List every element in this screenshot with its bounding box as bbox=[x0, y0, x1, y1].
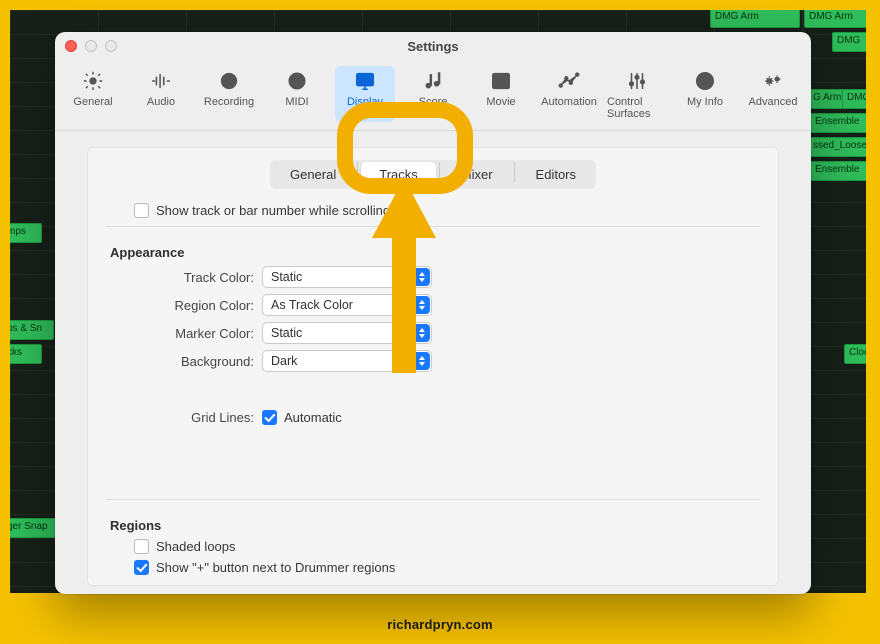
marker-color-label: Marker Color: bbox=[106, 326, 262, 341]
regions-heading: Regions bbox=[110, 518, 760, 533]
shaded-loops-label: Shaded loops bbox=[156, 539, 236, 554]
subtab-tracks[interactable]: Tracks bbox=[361, 162, 436, 187]
display-icon bbox=[352, 70, 378, 92]
shaded-loops-checkbox[interactable] bbox=[134, 539, 149, 554]
track-color-select[interactable]: Static bbox=[262, 266, 432, 288]
toolbar-advanced[interactable]: Advanced bbox=[743, 66, 803, 122]
daw-clip: DMG bbox=[842, 89, 866, 109]
settings-window: Settings General Audio Recording MIDI Displa… bbox=[55, 32, 811, 594]
toolbar-my-info[interactable]: My Info bbox=[675, 66, 735, 122]
toolbar-label: Movie bbox=[486, 96, 515, 108]
window-title: Settings bbox=[55, 39, 811, 54]
daw-clip: DMG bbox=[832, 32, 866, 52]
toolbar-score[interactable]: Score bbox=[403, 66, 463, 122]
settings-content: General Tracks Mixer Editors Show track or … bbox=[55, 131, 811, 594]
appearance-heading: Appearance bbox=[110, 245, 760, 260]
daw-clip: mps bbox=[10, 223, 42, 243]
gridlines-automatic-checkbox[interactable] bbox=[262, 410, 277, 425]
toolbar-label: Score bbox=[419, 96, 448, 108]
toolbar-midi[interactable]: MIDI bbox=[267, 66, 327, 122]
display-panel: General Tracks Mixer Editors Show track or … bbox=[87, 147, 779, 586]
audio-icon bbox=[148, 70, 174, 92]
toolbar-movie[interactable]: Movie bbox=[471, 66, 531, 122]
toolbar-label: Recording bbox=[204, 96, 254, 108]
region-color-label: Region Color: bbox=[106, 298, 262, 313]
display-subtabs: General Tracks Mixer Editors bbox=[106, 160, 760, 189]
toolbar-general[interactable]: General bbox=[63, 66, 123, 122]
stepper-icon bbox=[413, 352, 430, 370]
drummer-plus-checkbox[interactable] bbox=[134, 560, 149, 575]
daw-clip: cks bbox=[10, 344, 42, 364]
settings-toolbar: General Audio Recording MIDI Display Score Mov… bbox=[55, 60, 811, 131]
toolbar-label: Advanced bbox=[749, 96, 798, 108]
window-titlebar: Settings bbox=[55, 32, 811, 60]
toolbar-label: Automation bbox=[541, 96, 597, 108]
score-icon bbox=[420, 70, 446, 92]
control-surfaces-icon bbox=[624, 70, 650, 92]
toolbar-audio[interactable]: Audio bbox=[131, 66, 191, 122]
toolbar-control-surfaces[interactable]: Control Surfaces bbox=[607, 66, 667, 122]
my-info-icon bbox=[692, 70, 718, 92]
gridlines-automatic-label: Automatic bbox=[284, 410, 342, 425]
daw-clip: ssed_Loose bbox=[808, 137, 866, 157]
movie-icon bbox=[488, 70, 514, 92]
general-icon bbox=[80, 70, 106, 92]
track-color-label: Track Color: bbox=[106, 270, 262, 285]
background-label: Background: bbox=[106, 354, 262, 369]
stepper-icon bbox=[413, 296, 430, 314]
toolbar-label: Audio bbox=[147, 96, 175, 108]
automation-icon bbox=[556, 70, 582, 92]
subtab-general[interactable]: General bbox=[272, 162, 354, 187]
daw-clip: Ensemble bbox=[810, 113, 866, 133]
marker-color-select[interactable]: Static bbox=[262, 322, 432, 344]
background-select[interactable]: Dark bbox=[262, 350, 432, 372]
stepper-icon bbox=[413, 268, 430, 286]
gridlines-label: Grid Lines: bbox=[106, 410, 262, 425]
advanced-icon bbox=[760, 70, 786, 92]
show-track-number-label: Show track or bar number while scrolling bbox=[156, 203, 390, 218]
subtab-mixer[interactable]: Mixer bbox=[443, 162, 511, 187]
daw-clip: DMG Arm bbox=[710, 10, 800, 28]
toolbar-label: My Info bbox=[687, 96, 723, 108]
toolbar-label: Control Surfaces bbox=[607, 96, 667, 120]
region-color-select[interactable]: As Track Color bbox=[262, 294, 432, 316]
daw-clip: Cloc bbox=[844, 344, 866, 364]
show-track-number-checkbox[interactable] bbox=[134, 203, 149, 218]
toolbar-automation[interactable]: Automation bbox=[539, 66, 599, 122]
toolbar-label: MIDI bbox=[285, 96, 308, 108]
drummer-plus-label: Show "+" button next to Drummer regions bbox=[156, 560, 395, 575]
midi-icon bbox=[284, 70, 310, 92]
daw-clip: Ensemble bbox=[810, 161, 866, 181]
subtab-editors[interactable]: Editors bbox=[518, 162, 594, 187]
attribution-footer: richardpryn.com bbox=[0, 604, 880, 644]
recording-icon bbox=[216, 70, 242, 92]
daw-clip: ps & Sn bbox=[10, 320, 54, 340]
toolbar-label: General bbox=[73, 96, 112, 108]
toolbar-label: Display bbox=[347, 96, 383, 108]
daw-clip: DMG Arm bbox=[804, 10, 866, 28]
daw-clip: ger Snap bbox=[10, 518, 60, 538]
toolbar-display[interactable]: Display bbox=[335, 66, 395, 122]
toolbar-recording[interactable]: Recording bbox=[199, 66, 259, 122]
stepper-icon bbox=[413, 324, 430, 342]
